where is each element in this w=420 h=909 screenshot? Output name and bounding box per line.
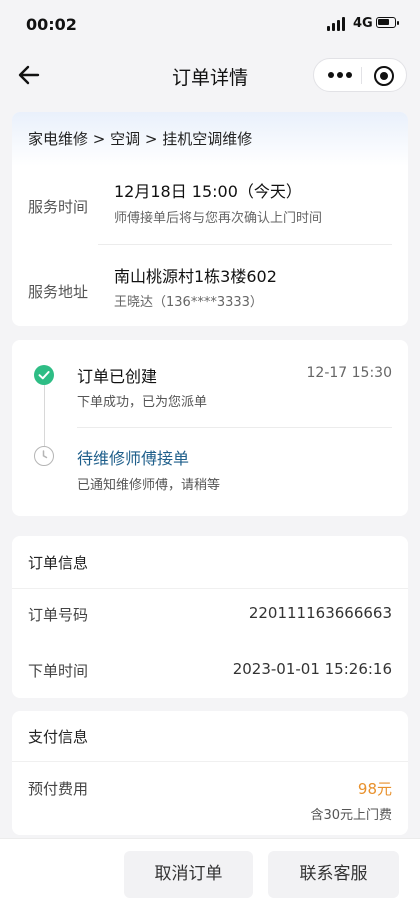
prepaid-value: 98元 bbox=[357, 780, 392, 798]
status-bar: 00:02 4G bbox=[0, 0, 420, 50]
prepaid-label: 预付费用 bbox=[28, 780, 89, 798]
service-time-value: 12月18日 15:00（今天） bbox=[114, 182, 302, 201]
contact-service-button[interactable]: 联系客服 bbox=[268, 851, 399, 898]
timeline-step-desc: 已通知维修师傅，请稍等 bbox=[77, 478, 221, 493]
signal-icon bbox=[327, 17, 347, 31]
bottom-action-bar: 取消订单 联系客服 bbox=[0, 838, 420, 909]
order-info-title: 订单信息 bbox=[28, 554, 89, 572]
divider bbox=[98, 244, 392, 245]
order-number-label: 订单号码 bbox=[28, 606, 89, 624]
order-time-label: 下单时间 bbox=[28, 662, 89, 680]
service-breadcrumb: 家电维修 > 空调 > 挂机空调维修 bbox=[12, 112, 408, 166]
order-time-value: 2023-01-01 15:26:16 bbox=[232, 660, 392, 678]
cancel-order-button[interactable]: 取消订单 bbox=[124, 851, 253, 898]
divider bbox=[77, 427, 392, 428]
service-card: 家电维修 > 空调 > 挂机空调维修 服务时间 12月18日 15:00（今天）… bbox=[12, 112, 408, 326]
check-circle-icon bbox=[34, 365, 54, 385]
order-progress-card: 订单已创建 12-17 15:30 下单成功，已为您派单 待维修师傅接单 已通知… bbox=[12, 340, 408, 516]
payment-info-title: 支付信息 bbox=[28, 728, 89, 746]
more-dots-icon[interactable] bbox=[328, 72, 352, 80]
service-contact: 王晓达（136****3333） bbox=[114, 295, 263, 310]
timeline-step-desc: 下单成功，已为您派单 bbox=[77, 395, 208, 410]
network-type: 4G bbox=[353, 16, 373, 31]
prepaid-note: 含30元上门费 bbox=[310, 808, 392, 823]
mini-program-capsule bbox=[313, 58, 407, 92]
nav-bar: 订单详情 bbox=[0, 50, 420, 100]
capsule-divider bbox=[361, 67, 362, 84]
order-info-card: 订单信息 订单号码 220111163666663 下单时间 2023-01-0… bbox=[12, 536, 408, 698]
status-time: 00:02 bbox=[26, 15, 77, 34]
timeline-step-title: 待维修师傅接单 bbox=[77, 449, 190, 468]
target-icon[interactable] bbox=[374, 66, 394, 86]
divider bbox=[12, 761, 408, 762]
service-address-label: 服务地址 bbox=[28, 283, 89, 301]
service-time-label: 服务时间 bbox=[28, 198, 89, 216]
divider bbox=[12, 588, 408, 589]
battery-icon bbox=[376, 17, 399, 28]
clock-icon bbox=[34, 446, 54, 466]
service-time-note: 师傅接单后将与您再次确认上门时间 bbox=[114, 211, 323, 226]
timeline-step-title: 订单已创建 bbox=[77, 367, 158, 386]
timeline-step-time: 12-17 15:30 bbox=[306, 365, 392, 381]
payment-info-card: 支付信息 预付费用 98元 含30元上门费 bbox=[12, 711, 408, 835]
order-number-value: 220111163666663 bbox=[248, 604, 392, 622]
service-address-value: 南山桃源村1栋3楼602 bbox=[114, 267, 277, 286]
